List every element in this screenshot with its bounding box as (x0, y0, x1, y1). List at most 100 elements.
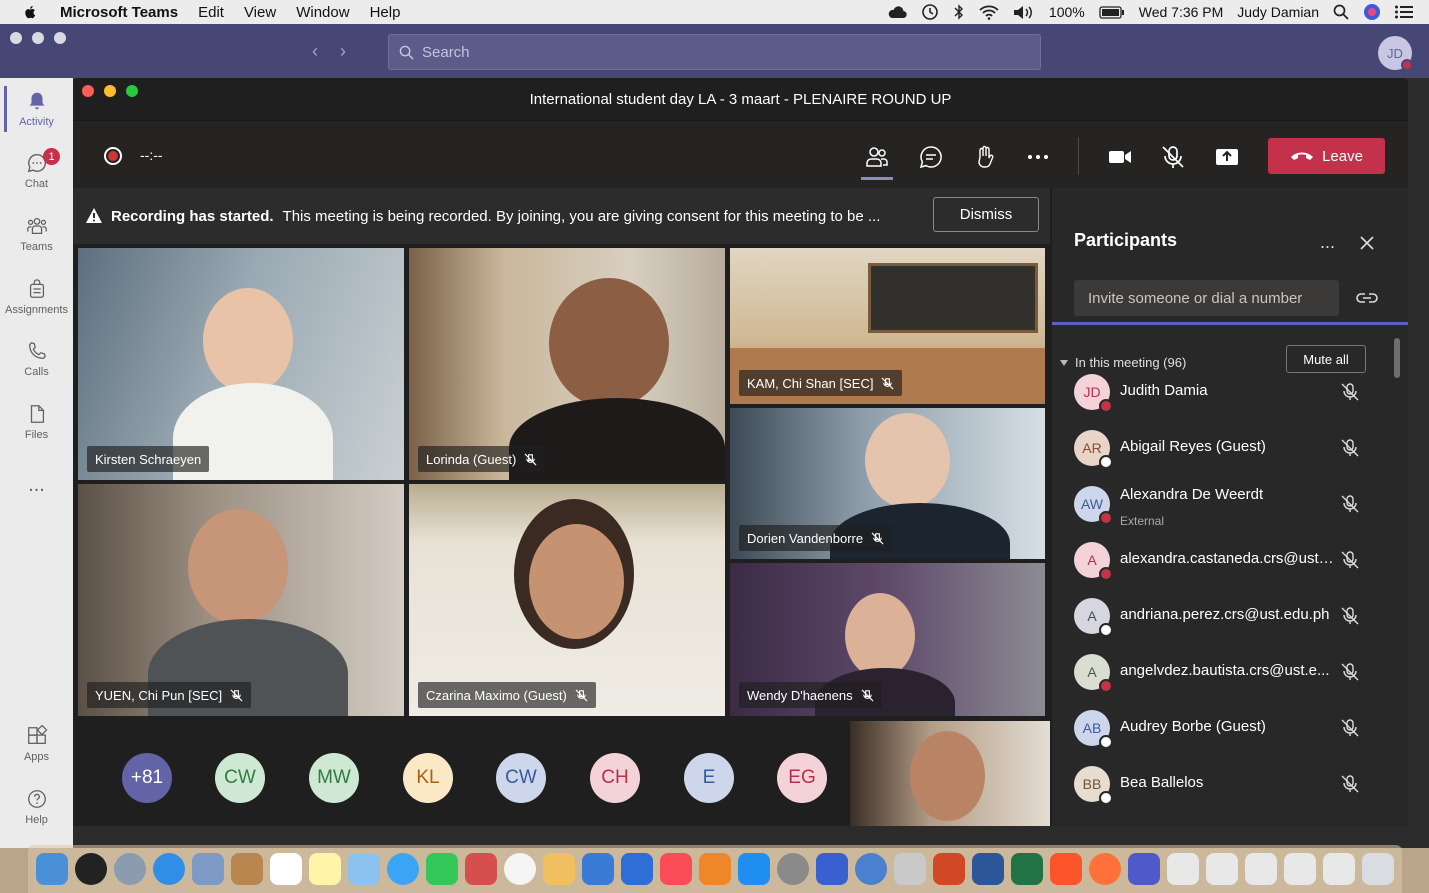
trash-icon[interactable] (1362, 853, 1394, 885)
document-icon[interactable] (1245, 853, 1277, 885)
participant-row[interactable]: AR Abigail Reyes (Guest) (1074, 428, 1374, 469)
mute-all-button[interactable]: Mute all (1286, 345, 1366, 373)
notification-center-icon[interactable] (1395, 5, 1413, 19)
reactions-button[interactable] (967, 139, 1003, 175)
share-screen-button[interactable] (1209, 139, 1245, 175)
time-machine-icon[interactable] (921, 3, 939, 21)
leave-button[interactable]: Leave (1268, 138, 1385, 174)
keynote-icon[interactable] (621, 853, 653, 885)
rail-item-assignments[interactable]: Assignments (0, 268, 73, 326)
show-participants-button[interactable] (859, 139, 895, 180)
participant-avatar[interactable]: KL (403, 753, 453, 803)
participant-row[interactable]: A alexandra.castaneda.crs@ust.... (1074, 540, 1374, 581)
mic-muted-icon[interactable] (1340, 438, 1360, 458)
profile-avatar[interactable]: JD (1378, 36, 1413, 71)
cloud-icon[interactable] (887, 5, 907, 19)
bluetooth-icon[interactable] (953, 4, 965, 20)
contacts-icon[interactable] (231, 853, 263, 885)
participant-row[interactable]: A angelvdez.bautista.crs@ust.e... (1074, 652, 1374, 693)
volume-icon[interactable] (1013, 5, 1035, 20)
maps-icon[interactable] (348, 853, 380, 885)
mic-toggle-button[interactable] (1155, 139, 1191, 175)
menu-window[interactable]: Window (296, 4, 349, 21)
show-chat-button[interactable] (913, 139, 949, 175)
mic-muted-icon[interactable] (1340, 774, 1360, 794)
notes-icon[interactable] (309, 853, 341, 885)
finder-icon[interactable] (36, 853, 68, 885)
scrollbar-thumb[interactable] (1394, 338, 1400, 378)
document-icon[interactable] (1323, 853, 1355, 885)
battery-icon[interactable] (1099, 5, 1125, 19)
teams-dock-icon[interactable] (1128, 853, 1160, 885)
meeting-close-button[interactable] (82, 85, 94, 97)
participant-row[interactable]: JD Judith Damia (1074, 372, 1374, 413)
mic-muted-icon[interactable] (1340, 718, 1360, 738)
video-tile[interactable]: Wendy D'haenens (730, 563, 1045, 716)
preview-icon[interactable] (192, 853, 224, 885)
mic-muted-icon[interactable] (1340, 382, 1360, 402)
menu-edit[interactable]: Edit (198, 4, 224, 21)
participant-avatar[interactable]: CW (496, 753, 546, 803)
video-tile[interactable]: Czarina Maximo (Guest) (409, 484, 725, 716)
meeting-minimize-button[interactable] (104, 85, 116, 97)
participant-avatar[interactable]: MW (309, 753, 359, 803)
books-icon[interactable] (699, 853, 731, 885)
overflow-count-button[interactable]: +81 (122, 753, 172, 803)
participant-row[interactable]: AB Audrey Borbe (Guest) (1074, 708, 1374, 749)
system-preferences-icon[interactable] (777, 853, 809, 885)
safari-icon[interactable] (153, 853, 185, 885)
rail-item-chat[interactable]: Chat 1 (0, 142, 73, 200)
menu-help[interactable]: Help (370, 4, 401, 21)
brave-icon[interactable] (1050, 853, 1082, 885)
panel-more-button[interactable]: ... (1320, 232, 1335, 253)
menu-app-name[interactable]: Microsoft Teams (60, 4, 178, 21)
rail-item-files[interactable]: Files (0, 393, 73, 451)
imovie-icon[interactable] (816, 853, 848, 885)
app-store-icon[interactable] (738, 853, 770, 885)
zoom-window-button[interactable] (54, 32, 66, 44)
video-tile[interactable]: Dorien Vandenborre (730, 408, 1045, 559)
video-tile[interactable]: YUEN, Chi Pun [SEC] (78, 484, 404, 716)
numbers-icon[interactable] (582, 853, 614, 885)
rail-item-help[interactable]: Help (0, 778, 73, 836)
mic-muted-icon[interactable] (1340, 494, 1360, 514)
close-icon[interactable] (1356, 232, 1378, 254)
invite-input[interactable]: Invite someone or dial a number (1074, 280, 1339, 316)
siri-icon[interactable] (75, 853, 107, 885)
launchpad-icon[interactable] (114, 853, 146, 885)
participant-row[interactable]: BB Bea Ballelos (1074, 764, 1374, 805)
utility-icon[interactable] (894, 853, 926, 885)
meeting-zoom-button[interactable] (126, 85, 138, 97)
facetime-icon[interactable] (426, 853, 458, 885)
participant-avatar[interactable]: CH (590, 753, 640, 803)
menu-user[interactable]: Judy Damian (1237, 4, 1319, 20)
wifi-icon[interactable] (979, 5, 999, 20)
network-icon[interactable] (855, 853, 887, 885)
menu-view[interactable]: View (244, 4, 276, 21)
rail-item-more[interactable]: ... (0, 456, 73, 514)
rail-item-activity[interactable]: Activity (0, 80, 73, 138)
participant-avatar[interactable]: EG (777, 753, 827, 803)
document-icon[interactable] (1206, 853, 1238, 885)
messages-icon[interactable] (387, 853, 419, 885)
mic-muted-icon[interactable] (1340, 662, 1360, 682)
video-tile[interactable]: Kirsten Schraeyen (78, 248, 404, 480)
rail-item-teams[interactable]: Teams (0, 205, 73, 263)
participant-row[interactable]: A andriana.perez.crs@ust.edu.ph (1074, 596, 1374, 637)
powerpoint-icon[interactable] (933, 853, 965, 885)
camera-toggle-button[interactable] (1102, 139, 1138, 175)
pages-icon[interactable] (543, 853, 575, 885)
video-tile[interactable]: Lorinda (Guest) (409, 248, 725, 480)
participant-row[interactable]: AW Alexandra De Weerdt External (1074, 484, 1374, 528)
mic-muted-icon[interactable] (1340, 606, 1360, 626)
siri-icon[interactable] (1363, 3, 1381, 21)
search-input[interactable]: Search (388, 34, 1041, 70)
rail-item-calls[interactable]: Calls (0, 330, 73, 388)
music-icon[interactable] (660, 853, 692, 885)
word-icon[interactable] (972, 853, 1004, 885)
back-arrow-icon[interactable]: ‹ (312, 41, 318, 62)
self-view-video[interactable] (850, 721, 1050, 826)
mic-muted-icon[interactable] (1340, 550, 1360, 570)
spotlight-search-icon[interactable] (1333, 4, 1349, 20)
dismiss-button[interactable]: Dismiss (933, 197, 1039, 232)
